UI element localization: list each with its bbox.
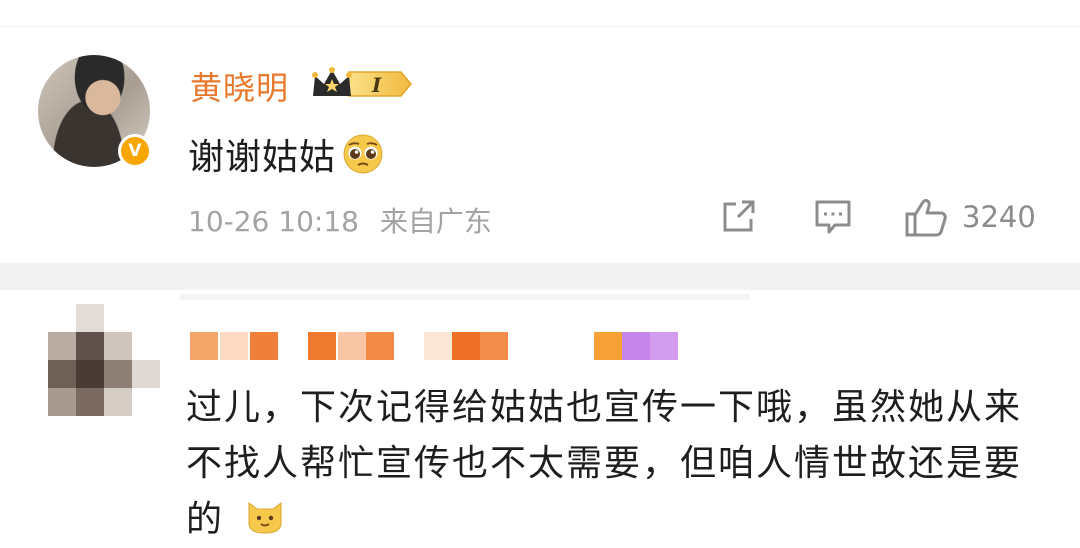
vip-level: I	[371, 73, 382, 97]
comment-body: 谢谢姑姑	[188, 137, 337, 178]
username[interactable]: 黄晓明	[190, 63, 289, 109]
pleading-face-icon	[343, 134, 383, 174]
top-divider	[0, 26, 1080, 27]
comment-date: 10-26 10:18	[188, 205, 359, 238]
like-icon	[905, 199, 947, 237]
cat-face-icon	[248, 502, 282, 534]
comment-text: 过儿，下次记得给姑姑也宣传一下哦，虽然她从来不找人帮忙宣传也不太需要，但咱人情世…	[186, 380, 1046, 548]
avatar-pixelated[interactable]	[48, 304, 160, 416]
like-button[interactable]	[904, 197, 948, 239]
blurred-strip	[180, 294, 750, 300]
like-count: 3240	[962, 200, 1036, 234]
section-divider	[0, 263, 1080, 290]
comment-body: 过儿，下次记得给姑姑也宣传一下哦，虽然她从来不找人帮忙宣传也不太需要，但咱人情世…	[186, 387, 1023, 540]
comment-meta: 10-26 10:18 来自广东	[188, 200, 504, 240]
comment-button[interactable]	[813, 197, 853, 237]
share-icon	[723, 200, 755, 232]
verified-badge-icon: V	[118, 134, 152, 168]
comment-icon	[815, 200, 851, 234]
share-button[interactable]	[720, 197, 758, 235]
comment-location: 来自广东	[379, 205, 492, 238]
vip-crown-icon[interactable]: I	[309, 66, 413, 102]
comment-text: 谢谢姑姑	[188, 128, 384, 180]
